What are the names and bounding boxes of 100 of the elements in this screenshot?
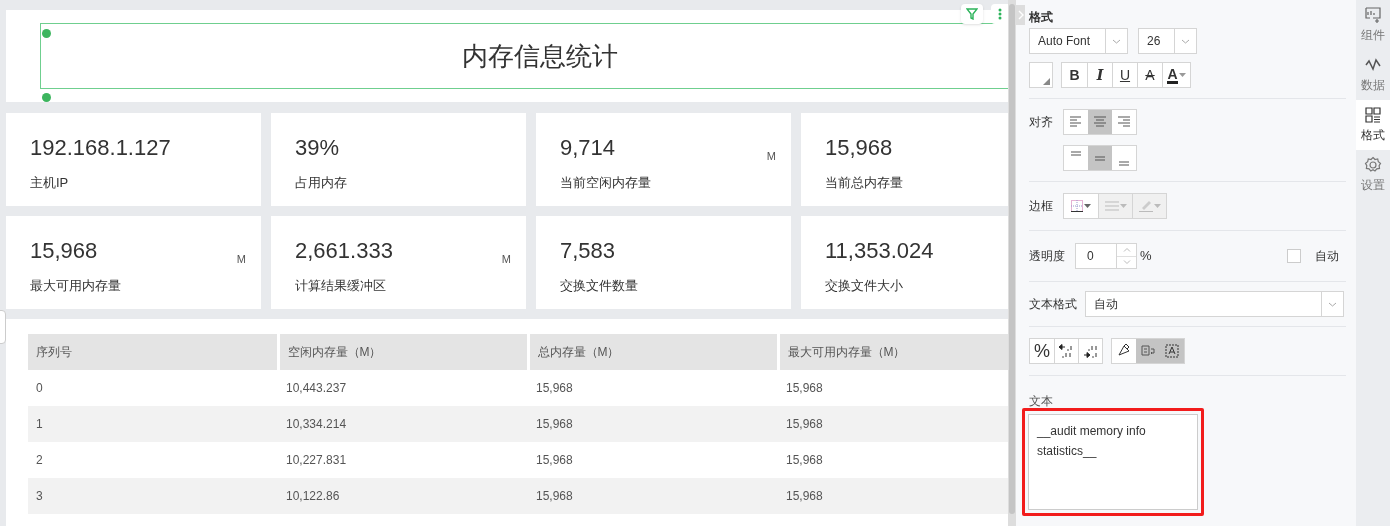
italic-button[interactable]: I bbox=[1087, 63, 1112, 87]
table-cell: 15,968 bbox=[528, 370, 778, 406]
filter-icon bbox=[966, 8, 978, 20]
unit-label: M bbox=[236, 252, 246, 267]
chevron-down-icon[interactable] bbox=[1122, 260, 1131, 265]
resize-handle[interactable] bbox=[42, 93, 51, 102]
caret-icon bbox=[1084, 204, 1091, 208]
more-icon bbox=[997, 8, 1002, 20]
table-cell: 10,443.237 bbox=[278, 370, 528, 406]
align-left-icon bbox=[1068, 115, 1084, 129]
resize-handle[interactable] bbox=[42, 29, 51, 38]
align-middle-icon bbox=[1094, 155, 1106, 161]
font-size-select[interactable]: 26 bbox=[1138, 28, 1197, 54]
underline-button[interactable]: U bbox=[1112, 63, 1137, 87]
table-cell: 15,968 bbox=[778, 370, 1008, 406]
settings-icon bbox=[1364, 156, 1382, 174]
table-cell: 15,968 bbox=[528, 442, 778, 478]
field-label: 对齐 bbox=[1029, 114, 1054, 131]
stat-value: 11,353.024 bbox=[825, 237, 934, 265]
table-cell: 2 bbox=[28, 442, 278, 478]
scrollbar[interactable] bbox=[1008, 0, 1016, 526]
bold-button[interactable]: B bbox=[1062, 63, 1087, 87]
stat-label: 计算结果缓冲区 bbox=[295, 277, 387, 295]
stat-value: 15,968 bbox=[30, 237, 98, 265]
align-center-icon bbox=[1092, 115, 1108, 129]
stat-label: 占用内存 bbox=[295, 174, 348, 192]
column-header[interactable]: 总内存量（M） bbox=[528, 334, 778, 370]
field-label: 文本格式 bbox=[1029, 296, 1078, 313]
field-label: 文本 bbox=[1029, 393, 1054, 410]
fit-button[interactable] bbox=[1160, 339, 1184, 363]
font-select[interactable]: Auto Font bbox=[1029, 28, 1128, 54]
text-format-select[interactable]: 自动 bbox=[1085, 291, 1344, 317]
stat-label: 交换文件数量 bbox=[560, 277, 639, 295]
caret-icon bbox=[1153, 204, 1161, 208]
stat-label: 当前总内存量 bbox=[825, 174, 904, 192]
align-bottom-icon bbox=[1118, 160, 1130, 166]
stat-value: 9,714 bbox=[560, 134, 616, 162]
stat-value: 2,661.333 bbox=[295, 237, 393, 265]
stat-value: 192.168.1.127 bbox=[30, 134, 171, 162]
opacity-spinner[interactable]: 0 bbox=[1075, 243, 1137, 269]
column-header[interactable]: 序列号 bbox=[28, 334, 278, 370]
table-cell: 15,968 bbox=[528, 478, 778, 514]
table-cell: 15,968 bbox=[778, 442, 1008, 478]
caret-icon bbox=[1119, 204, 1127, 208]
unit-label: M bbox=[501, 252, 511, 267]
border-grid-icon bbox=[1071, 200, 1083, 212]
table-cell: 15,968 bbox=[528, 406, 778, 442]
caret-icon bbox=[1178, 73, 1186, 77]
checkbox-label: 自动 bbox=[1315, 248, 1339, 265]
strike-button[interactable]: A bbox=[1137, 63, 1162, 87]
format-icon bbox=[1364, 106, 1382, 124]
line-color-button[interactable] bbox=[1132, 194, 1166, 218]
stat-value: 15,968 bbox=[825, 134, 893, 162]
chevron-down-icon bbox=[1112, 38, 1121, 44]
table-cell: 15,968 bbox=[778, 478, 1008, 514]
align-middle-button[interactable] bbox=[1088, 146, 1112, 170]
border-style-button[interactable] bbox=[1064, 194, 1098, 218]
stat-value: 7,583 bbox=[560, 237, 616, 265]
component-icon bbox=[1364, 6, 1382, 24]
table-cell: 15,968 bbox=[778, 406, 1008, 442]
field-label: 边框 bbox=[1029, 198, 1054, 215]
chevron-down-icon bbox=[1181, 38, 1190, 44]
table-cell: 10,122.86 bbox=[278, 478, 528, 514]
column-header[interactable]: 空闲内存量（M） bbox=[278, 334, 528, 370]
chevron-up-icon[interactable] bbox=[1122, 247, 1131, 252]
stat-label: 最大可用内存量 bbox=[30, 277, 122, 295]
filter-button[interactable] bbox=[961, 4, 983, 24]
section-heading: 格式 bbox=[1029, 9, 1054, 26]
color-button[interactable]: A bbox=[1162, 63, 1190, 87]
table-cell: 10,227.831 bbox=[278, 442, 528, 478]
fit-icon bbox=[1164, 343, 1180, 359]
align-center-button[interactable] bbox=[1088, 110, 1112, 134]
dashboard-title: 内存信息统计 bbox=[462, 39, 618, 73]
column-header[interactable]: 最大可用内存量（M） bbox=[778, 334, 1008, 370]
unit-label: M bbox=[766, 149, 776, 164]
field-label: 透明度 bbox=[1029, 248, 1066, 265]
title-frame[interactable]: 内存信息统计 bbox=[40, 23, 1008, 89]
unit-label: % bbox=[1140, 247, 1152, 266]
align-right-icon bbox=[1116, 115, 1132, 129]
side-tab[interactable]: 格式 bbox=[1356, 100, 1390, 150]
pen-icon bbox=[1138, 200, 1153, 212]
chevron-down-icon bbox=[1328, 301, 1337, 307]
table-cell: 10,334.214 bbox=[278, 406, 528, 442]
chevron-right-icon bbox=[1017, 10, 1024, 20]
collapse-button[interactable] bbox=[1016, 5, 1025, 25]
stat-label: 主机IP bbox=[30, 174, 70, 192]
table-cell: 3 bbox=[28, 478, 278, 514]
stat-value: 39% bbox=[295, 134, 340, 162]
table-cell: 1 bbox=[28, 406, 278, 442]
wrap-icon bbox=[1140, 343, 1156, 359]
stat-label: 交换文件大小 bbox=[825, 277, 904, 295]
corner-triangle-icon bbox=[1043, 78, 1050, 85]
background-color-button[interactable] bbox=[1029, 62, 1053, 88]
decimal-more-icon bbox=[1081, 343, 1100, 359]
table-cell: 0 bbox=[28, 370, 278, 406]
lines-icon bbox=[1104, 201, 1119, 211]
stat-label: 当前空闲内存量 bbox=[560, 174, 652, 192]
checkbox[interactable] bbox=[1287, 249, 1301, 263]
align-top-icon bbox=[1070, 150, 1082, 156]
text-input[interactable]: __audit memory info statistics__ bbox=[1028, 414, 1198, 510]
